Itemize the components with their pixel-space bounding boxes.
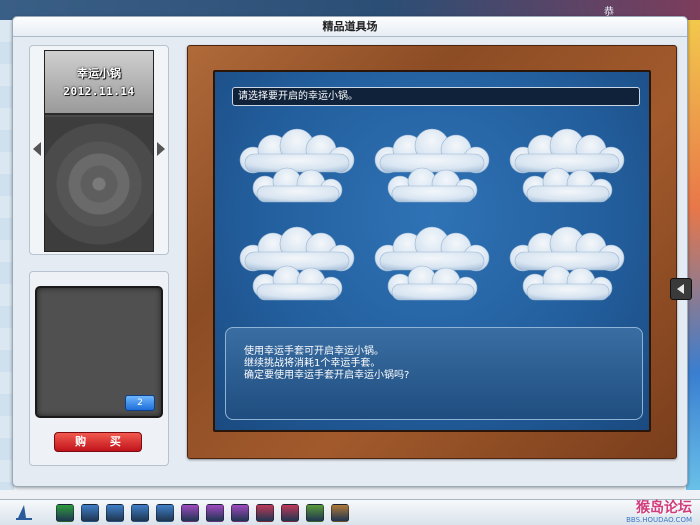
back-icon[interactable] <box>56 504 74 522</box>
message-line-1: 使用幸运手套可开启幸运小锅。 <box>244 346 384 357</box>
tool-icon[interactable] <box>131 504 149 522</box>
cloud-pot-2[interactable] <box>366 124 498 216</box>
item-preview: 幸运小锅 2012.11.14 <box>44 50 154 252</box>
friends-icon[interactable] <box>281 504 299 522</box>
chat-icon[interactable] <box>156 504 174 522</box>
chalkboard: 请选择要开启的幸运小锅。 使用幸运手套可开启幸运小锅。 继续挑战将消耗1个幸运手… <box>213 70 651 432</box>
message-line-2: 继续挑战将消耗1个幸运手套。 <box>244 358 381 369</box>
gift-icon[interactable] <box>181 504 199 522</box>
cloud-pot-6[interactable] <box>501 222 633 314</box>
next-item-arrow-icon[interactable] <box>157 142 165 156</box>
photo-icon[interactable] <box>331 504 349 522</box>
preview-header: 幸运小锅 2012.11.14 <box>45 51 153 115</box>
mail-icon[interactable] <box>306 504 324 522</box>
book-icon[interactable] <box>256 504 274 522</box>
prompt-text: 请选择要开启的幸运小锅。 <box>232 87 640 106</box>
window-title: 精品道具场 <box>13 17 687 37</box>
item-slot-panel: 2 购 买 <box>29 271 169 466</box>
cloud-pot-4[interactable] <box>231 222 363 314</box>
item-count-badge: 2 <box>125 395 155 411</box>
message-box: 使用幸运手套可开启幸运小锅。 继续挑战将消耗1个幸运手套。 确定要使用幸运手套开… <box>225 327 643 420</box>
pet-icon[interactable] <box>231 504 249 522</box>
buy-button[interactable]: 购 买 <box>54 432 142 452</box>
wooden-board-frame: 请选择要开启的幸运小锅。 使用幸运手套可开启幸运小锅。 继续挑战将消耗1个幸运手… <box>187 45 677 459</box>
bottom-toolbar: 猴岛论坛 BBS.HOUDAO.COM <box>0 499 700 525</box>
watermark-url: BBS.HOUDAO.COM <box>626 516 692 524</box>
item-image <box>45 117 153 251</box>
watermark-title: 猴岛论坛 <box>636 500 692 516</box>
item-date: 2012.11.14 <box>63 85 135 98</box>
item-slot[interactable]: 2 <box>35 286 163 418</box>
cloud-pot-1[interactable] <box>231 124 363 216</box>
home-icon[interactable] <box>106 504 124 522</box>
forum-watermark: 猴岛论坛 BBS.HOUDAO.COM <box>626 500 692 524</box>
party-icon[interactable] <box>206 504 224 522</box>
game-logo-icon[interactable] <box>14 502 34 522</box>
item-preview-panel: 幸运小锅 2012.11.14 <box>29 45 169 255</box>
game-background-right <box>686 20 700 490</box>
message-line-3: 确定要使用幸运手套开启幸运小锅吗? <box>244 370 410 381</box>
collapse-sidebar-arrow-icon[interactable] <box>670 278 692 300</box>
cloud-pot-5[interactable] <box>366 222 498 314</box>
shop-window: 精品道具场 幸运小锅 2012.11.14 2 购 买 请选择要开启的幸运小锅。 <box>12 16 688 487</box>
shop-icon[interactable] <box>81 504 99 522</box>
prev-item-arrow-icon[interactable] <box>33 142 41 156</box>
cloud-pot-3[interactable] <box>501 124 633 216</box>
item-name: 幸运小锅 <box>77 67 121 80</box>
